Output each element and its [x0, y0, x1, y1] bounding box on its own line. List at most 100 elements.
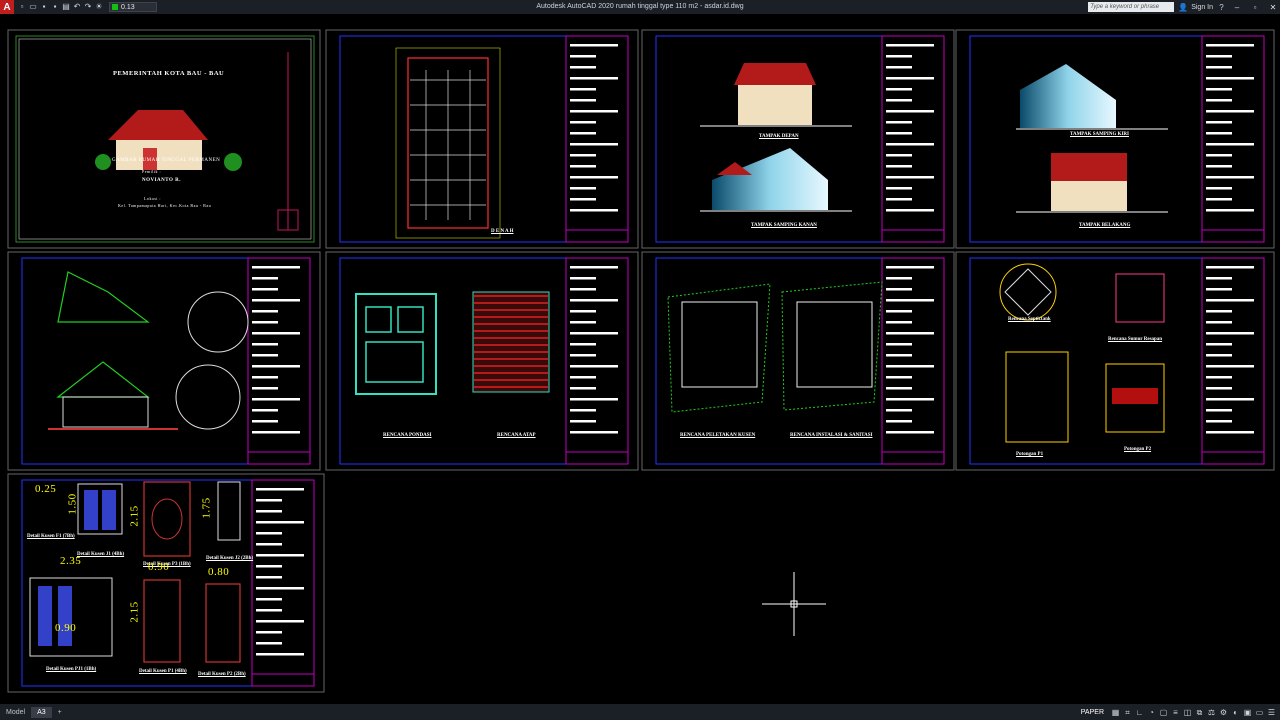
- title-block-text: [570, 121, 596, 124]
- roof-truss: [57, 271, 150, 323]
- title-block-text: [570, 343, 596, 346]
- title-block-text: [1206, 343, 1232, 346]
- title-block-text: [886, 277, 912, 280]
- title-block-text: [886, 420, 912, 423]
- lineweight-icon[interactable]: ≡: [1171, 708, 1180, 717]
- label-detail-j2: Detail Kusen J2 (2Bh): [206, 556, 254, 561]
- close-button[interactable]: ✕: [1266, 3, 1280, 12]
- title-block-text: [570, 44, 618, 47]
- layer-color-swatch: [112, 4, 118, 10]
- autocad-logo-icon[interactable]: A: [0, 0, 14, 14]
- cover-owner: NOVIANTO R.: [142, 178, 182, 183]
- layer-bulb-icon[interactable]: ☀: [95, 3, 103, 11]
- tab-a3[interactable]: A3: [31, 706, 52, 718]
- tab-model[interactable]: Model: [0, 707, 31, 718]
- grid-icon[interactable]: ▦: [1111, 708, 1120, 717]
- title-block-text: [886, 343, 912, 346]
- title-block-text: [252, 365, 300, 368]
- title-block-text: [886, 132, 912, 135]
- title-block-text: [886, 321, 912, 324]
- title-block-text: [570, 310, 596, 313]
- title-block-text: [886, 209, 934, 212]
- title-block-text: [1206, 288, 1232, 291]
- cover-subtitle: GAMBAR RUMAH TINGGAL PERMANEN: [112, 158, 221, 163]
- add-layout-icon[interactable]: +: [52, 707, 68, 718]
- title-block-text: [1206, 365, 1254, 368]
- window-glass: [38, 586, 52, 646]
- title-block-text: [570, 420, 596, 423]
- window-glass: [84, 490, 98, 530]
- title-block-text: [1206, 132, 1232, 135]
- undo-icon[interactable]: ↶: [73, 3, 81, 11]
- open-file-icon[interactable]: ▭: [29, 3, 37, 11]
- label-detail-f1: Detail Kusen F1 (7Bh): [27, 534, 75, 539]
- label-detail-p1: Detail Kusen P1 (4Bh): [139, 669, 187, 674]
- label-tampak-depan: TAMPAK DEPAN: [759, 134, 799, 139]
- title-block-text: [570, 165, 596, 168]
- window-glass: [102, 490, 116, 530]
- new-file-icon[interactable]: ▫: [18, 3, 26, 11]
- layer-dropdown[interactable]: 0.13: [109, 2, 157, 12]
- status-tools: PAPER ▦ ⌗ ∟ ◔ ▢ ≡ ◫ ⧉ ⚖ ⚙ ◐ ▣ ▭ ☰: [1081, 704, 1280, 720]
- redo-icon[interactable]: ↷: [84, 3, 92, 11]
- title-block-text: [1206, 187, 1232, 190]
- maximize-button[interactable]: ▫: [1248, 3, 1262, 12]
- quick-access-toolbar: ▫ ▭ ▪ ▪ ▤ ↶ ↷ ☀: [14, 3, 103, 11]
- title-block-text: [1206, 332, 1254, 335]
- floor-plan-wall: [681, 301, 758, 388]
- title-block-text: [570, 277, 596, 280]
- title-block-text: [886, 288, 912, 291]
- label-rencana-sumur: Rencana Sumur Resapan: [1108, 337, 1163, 342]
- print-icon[interactable]: ▤: [62, 3, 70, 11]
- customization-menu-icon[interactable]: ☰: [1267, 708, 1276, 717]
- minimize-button[interactable]: –: [1230, 3, 1244, 12]
- drawing-canvas[interactable]: [0, 14, 1280, 718]
- title-block-text: [570, 365, 618, 368]
- title-bar: A ▫ ▭ ▪ ▪ ▤ ↶ ↷ ☀ 0.13 Autodesk AutoCAD …: [0, 0, 1280, 14]
- annotation-scale-icon[interactable]: ⚖: [1207, 708, 1216, 717]
- workspace-gear-icon[interactable]: ⚙: [1219, 708, 1228, 717]
- house-wall: [1051, 181, 1127, 211]
- polar-icon[interactable]: ◔: [1147, 708, 1156, 717]
- title-block-text: [570, 431, 618, 434]
- title-block-text: [1206, 121, 1232, 124]
- title-block-text: [570, 266, 618, 269]
- title-block-text: [256, 609, 282, 612]
- title-block-text: [256, 653, 304, 656]
- detail-circle: [175, 364, 241, 430]
- save-icon[interactable]: ▪: [40, 3, 48, 11]
- osnap-icon[interactable]: ▢: [1159, 708, 1168, 717]
- roof-truss: [56, 361, 150, 398]
- sign-in-link[interactable]: Sign In: [1191, 4, 1213, 11]
- paper-space-toggle[interactable]: PAPER: [1081, 709, 1104, 716]
- title-block-text: [886, 176, 934, 179]
- title-block-text: [256, 510, 282, 513]
- hardware-accel-icon[interactable]: ▣: [1243, 708, 1252, 717]
- label-rencana-pondasi: RENCANA PONDASI: [383, 433, 432, 438]
- crosshair-cursor: [762, 572, 826, 636]
- dim-text: 1.75: [200, 497, 213, 519]
- isolate-icon[interactable]: ◐: [1231, 708, 1240, 717]
- title-block-text: [886, 143, 934, 146]
- search-input[interactable]: Type a keyword or phrase: [1088, 2, 1175, 12]
- title-block-text: [570, 354, 596, 357]
- title-block-text: [886, 398, 934, 401]
- snap-icon[interactable]: ⌗: [1123, 708, 1132, 717]
- title-block-text: [252, 409, 278, 412]
- title-block-text: [256, 488, 304, 491]
- save-as-icon[interactable]: ▪: [51, 3, 59, 11]
- help-icon[interactable]: ?: [1217, 3, 1226, 12]
- label-tampak-samping-kiri: TAMPAK SAMPING KIRI: [1070, 132, 1129, 137]
- title-block-text: [886, 387, 912, 390]
- title-block-text: [252, 288, 278, 291]
- title-block-text: [1206, 420, 1232, 423]
- label-detail-p2: Detail Kusen P2 (2Bh): [198, 672, 246, 677]
- title-block-text: [570, 77, 618, 80]
- clean-screen-icon[interactable]: ▭: [1255, 708, 1264, 717]
- transparency-icon[interactable]: ◫: [1183, 708, 1192, 717]
- title-block-text: [256, 554, 304, 557]
- ortho-icon[interactable]: ∟: [1135, 708, 1144, 717]
- selection-cycling-icon[interactable]: ⧉: [1195, 708, 1204, 717]
- title-block-text: [1206, 66, 1232, 69]
- cover-heading: PEMERINTAH KOTA BAU - BAU: [113, 70, 225, 77]
